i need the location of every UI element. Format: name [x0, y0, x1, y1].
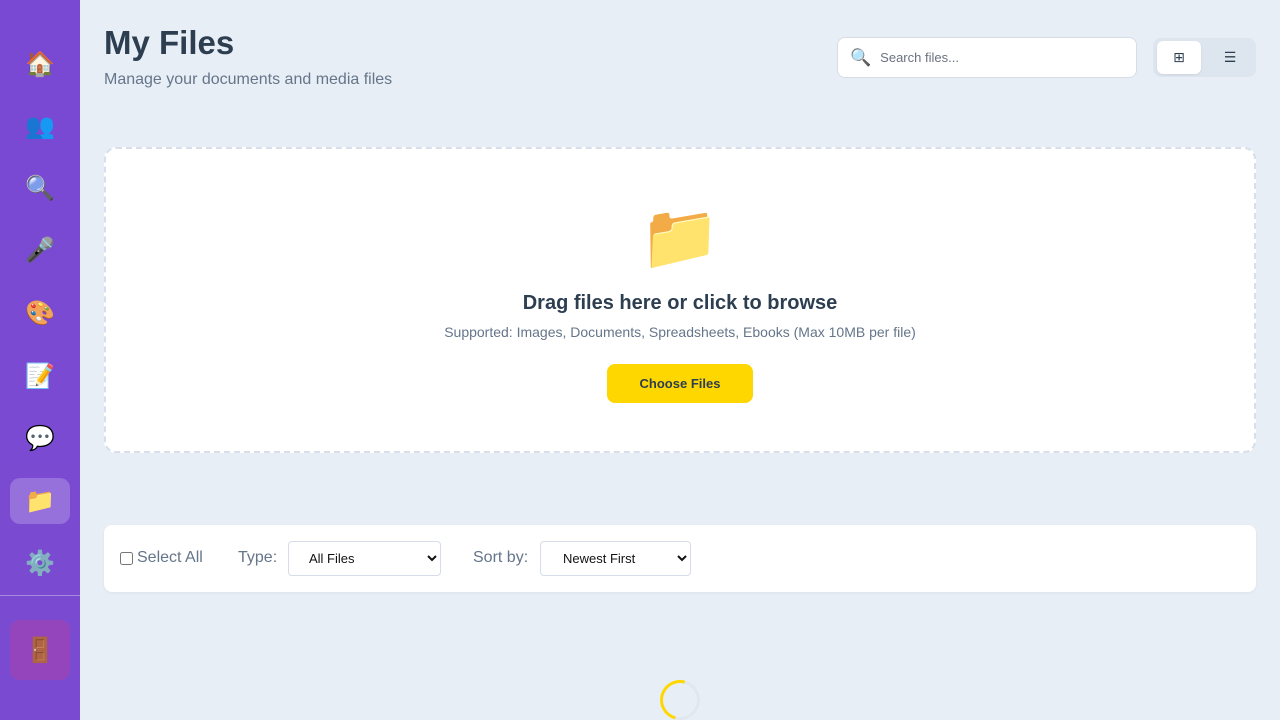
sidebar-item-home[interactable]: 🏠 [10, 41, 70, 87]
view-toggle: ⊞ ☰ [1153, 38, 1256, 77]
upload-dropzone[interactable]: 📁 Drag files here or click to browse Sup… [104, 147, 1256, 453]
sort-select[interactable]: Newest First [540, 541, 691, 576]
select-all-label: Select All [137, 549, 203, 566]
select-all-checkbox[interactable] [120, 551, 133, 565]
sidebar-divider [0, 595, 80, 596]
memo-icon: 📝 [25, 362, 55, 390]
home-icon: 🏠 [25, 50, 55, 78]
search-input[interactable] [880, 43, 1121, 72]
sidebar: 🏠 👥 🔍 🎤 🎨 📝 💬 📁 ⚙️ 🚪 [0, 0, 80, 720]
search-icon: 🔍 [25, 174, 55, 202]
list-view-button[interactable]: ☰ [1208, 41, 1252, 74]
filter-bar: Select All Type: All Files Sort by: Newe… [104, 525, 1256, 592]
search-icon: 🔍 [850, 47, 872, 68]
upload-hint: Supported: Images, Documents, Spreadshee… [444, 324, 916, 340]
sidebar-item-settings[interactable]: ⚙️ [10, 540, 70, 586]
microphone-icon: 🎤 [25, 236, 55, 264]
gear-icon: ⚙️ [25, 549, 55, 577]
grid-view-button[interactable]: ⊞ [1157, 41, 1201, 74]
door-icon: 🚪 [25, 636, 55, 664]
palette-icon: 🎨 [25, 299, 55, 327]
sort-label: Sort by: [473, 549, 529, 566]
type-select[interactable]: All Files [288, 541, 441, 576]
search-box: 🔍 [837, 37, 1137, 78]
sidebar-item-chat[interactable]: 💬 [10, 415, 70, 461]
sidebar-item-files[interactable]: 📁 [10, 478, 70, 524]
sidebar-item-search[interactable]: 🔍 [10, 165, 70, 211]
page-subtitle: Manage your documents and media files [104, 71, 393, 88]
folder-icon: 📁 [25, 487, 55, 515]
sidebar-item-microphone[interactable]: 🎤 [10, 227, 70, 273]
loading-spinner [652, 672, 708, 720]
chat-bubble-icon: 💬 [25, 424, 55, 452]
sidebar-item-people[interactable]: 👥 [10, 103, 70, 149]
choose-files-button[interactable]: Choose Files [607, 364, 753, 403]
sidebar-item-palette[interactable]: 🎨 [10, 290, 70, 336]
grid-icon: ⊞ [1173, 49, 1185, 66]
upload-title: Drag files here or click to browse [522, 292, 838, 314]
sidebar-item-notes[interactable]: 📝 [10, 353, 70, 399]
people-icon: 👥 [25, 112, 55, 140]
folder-icon: 📁 [640, 201, 720, 275]
page-title: My Files [104, 24, 235, 61]
type-label: Type: [238, 549, 278, 566]
list-icon: ☰ [1223, 49, 1237, 66]
select-all[interactable]: Select All [120, 549, 203, 567]
logout-button[interactable]: 🚪 [10, 620, 70, 680]
